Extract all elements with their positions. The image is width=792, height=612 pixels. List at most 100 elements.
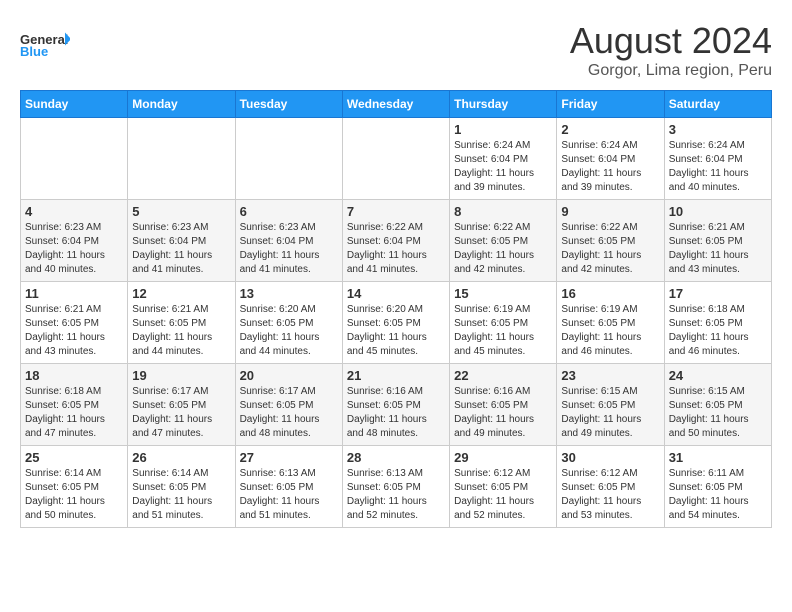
day-number-1-2: 6 xyxy=(240,204,338,219)
day-cell-3-6: 24 Sunrise: 6:15 AM Sunset: 6:05 PM Dayli… xyxy=(664,364,771,446)
day-number-3-1: 19 xyxy=(132,368,230,383)
day-info-1-1: Sunrise: 6:23 AM Sunset: 6:04 PM Dayligh… xyxy=(132,221,230,277)
day-cell-4-3: 28Sunrise: 6:13 AM Sunset: 6:05 PM Dayli… xyxy=(342,446,449,528)
day-info-2-4: Sunrise: 6:19 AM Sunset: 6:05 PM Dayligh… xyxy=(454,303,552,359)
day-number-2-3: 14 xyxy=(347,286,445,301)
day-info-4-0: Sunrise: 6:14 AM Sunset: 6:05 PM Dayligh… xyxy=(25,467,123,523)
day-info-1-4: Sunrise: 6:22 AM Sunset: 6:05 PM Dayligh… xyxy=(454,221,552,277)
day-info-3-2: Sunrise: 6:17 AM Sunset: 6:05 PM Dayligh… xyxy=(240,385,338,441)
day-info-4-5: Sunrise: 6:12 AM Sunset: 6:05 PM Dayligh… xyxy=(561,467,659,523)
day-cell-0-0 xyxy=(21,118,128,200)
day-info-1-2: Sunrise: 6:23 AM Sunset: 6:04 PM Dayligh… xyxy=(240,221,338,277)
day-cell-2-1: 12Sunrise: 6:21 AM Sunset: 6:05 PM Dayli… xyxy=(128,282,235,364)
day-number-0-4: 1 xyxy=(454,122,552,137)
day-cell-3-4: 22 Sunrise: 6:16 AM Sunset: 6:05 PM Dayli… xyxy=(450,364,557,446)
day-number-0-5: 2 xyxy=(561,122,659,137)
day-cell-1-1: 5Sunrise: 6:23 AM Sunset: 6:04 PM Daylig… xyxy=(128,200,235,282)
day-cell-2-4: 15 Sunrise: 6:19 AM Sunset: 6:05 PM Dayli… xyxy=(450,282,557,364)
day-info-3-3: Sunrise: 6:16 AM Sunset: 6:05 PM Dayligh… xyxy=(347,385,445,441)
header-sunday: Sunday xyxy=(21,91,128,118)
day-cell-3-5: 23 Sunrise: 6:15 AM Sunset: 6:05 PM Dayli… xyxy=(557,364,664,446)
week-row-0: 1 Sunrise: 6:24 AM Sunset: 6:04 PM Daylig… xyxy=(21,118,772,200)
day-number-3-6: 24 xyxy=(669,368,767,383)
week-row-1: 4Sunrise: 6:23 AM Sunset: 6:04 PM Daylig… xyxy=(21,200,772,282)
day-cell-0-3 xyxy=(342,118,449,200)
day-number-2-0: 11 xyxy=(25,286,123,301)
day-number-4-3: 28 xyxy=(347,450,445,465)
day-cell-2-0: 11 Sunrise: 6:21 AM Sunset: 6:05 PM Dayli… xyxy=(21,282,128,364)
day-info-4-6: Sunrise: 6:11 AM Sunset: 6:05 PM Dayligh… xyxy=(669,467,767,523)
day-cell-0-2 xyxy=(235,118,342,200)
day-number-2-4: 15 xyxy=(454,286,552,301)
day-info-1-5: Sunrise: 6:22 AM Sunset: 6:05 PM Dayligh… xyxy=(561,221,659,277)
day-cell-0-1 xyxy=(128,118,235,200)
day-cell-3-1: 19 Sunrise: 6:17 AM Sunset: 6:05 PM Dayli… xyxy=(128,364,235,446)
day-number-4-1: 26 xyxy=(132,450,230,465)
day-info-1-3: Sunrise: 6:22 AM Sunset: 6:04 PM Dayligh… xyxy=(347,221,445,277)
day-cell-0-6: 3 Sunrise: 6:24 AM Sunset: 6:04 PM Daylig… xyxy=(664,118,771,200)
day-info-2-2: Sunrise: 6:20 AM Sunset: 6:05 PM Dayligh… xyxy=(240,303,338,359)
header-friday: Friday xyxy=(557,91,664,118)
week-row-2: 11 Sunrise: 6:21 AM Sunset: 6:05 PM Dayli… xyxy=(21,282,772,364)
day-number-1-6: 10 xyxy=(669,204,767,219)
day-cell-1-4: 8Sunrise: 6:22 AM Sunset: 6:05 PM Daylig… xyxy=(450,200,557,282)
day-info-3-5: Sunrise: 6:15 AM Sunset: 6:05 PM Dayligh… xyxy=(561,385,659,441)
day-number-3-3: 21 xyxy=(347,368,445,383)
month-title: August 2024 xyxy=(570,20,772,62)
day-info-3-6: Sunrise: 6:15 AM Sunset: 6:05 PM Dayligh… xyxy=(669,385,767,441)
day-cell-2-2: 13 Sunrise: 6:20 AM Sunset: 6:05 PM Dayli… xyxy=(235,282,342,364)
day-info-1-6: Sunrise: 6:21 AM Sunset: 6:05 PM Dayligh… xyxy=(669,221,767,277)
day-info-3-0: Sunrise: 6:18 AM Sunset: 6:05 PM Dayligh… xyxy=(25,385,123,441)
day-info-3-4: Sunrise: 6:16 AM Sunset: 6:05 PM Dayligh… xyxy=(454,385,552,441)
day-cell-0-5: 2Sunrise: 6:24 AM Sunset: 6:04 PM Daylig… xyxy=(557,118,664,200)
day-number-4-5: 30 xyxy=(561,450,659,465)
day-number-4-0: 25 xyxy=(25,450,123,465)
day-number-2-6: 17 xyxy=(669,286,767,301)
week-row-3: 18 Sunrise: 6:18 AM Sunset: 6:05 PM Dayli… xyxy=(21,364,772,446)
week-row-4: 25 Sunrise: 6:14 AM Sunset: 6:05 PM Dayli… xyxy=(21,446,772,528)
header-saturday: Saturday xyxy=(664,91,771,118)
day-cell-1-6: 10 Sunrise: 6:21 AM Sunset: 6:05 PM Dayli… xyxy=(664,200,771,282)
day-info-2-0: Sunrise: 6:21 AM Sunset: 6:05 PM Dayligh… xyxy=(25,303,123,359)
day-info-0-6: Sunrise: 6:24 AM Sunset: 6:04 PM Dayligh… xyxy=(669,139,767,195)
header-monday: Monday xyxy=(128,91,235,118)
day-number-1-3: 7 xyxy=(347,204,445,219)
weekday-row: Sunday Monday Tuesday Wednesday Thursday… xyxy=(21,91,772,118)
day-info-2-5: Sunrise: 6:19 AM Sunset: 6:05 PM Dayligh… xyxy=(561,303,659,359)
day-cell-3-3: 21 Sunrise: 6:16 AM Sunset: 6:05 PM Dayli… xyxy=(342,364,449,446)
day-number-4-6: 31 xyxy=(669,450,767,465)
day-number-2-1: 12 xyxy=(132,286,230,301)
day-number-3-4: 22 xyxy=(454,368,552,383)
day-number-0-6: 3 xyxy=(669,122,767,137)
calendar-body: 1 Sunrise: 6:24 AM Sunset: 6:04 PM Daylig… xyxy=(21,118,772,528)
header-thursday: Thursday xyxy=(450,91,557,118)
day-info-4-4: Sunrise: 6:12 AM Sunset: 6:05 PM Dayligh… xyxy=(454,467,552,523)
day-cell-2-3: 14 Sunrise: 6:20 AM Sunset: 6:05 PM Dayli… xyxy=(342,282,449,364)
day-cell-4-0: 25 Sunrise: 6:14 AM Sunset: 6:05 PM Dayli… xyxy=(21,446,128,528)
calendar-header: Sunday Monday Tuesday Wednesday Thursday… xyxy=(21,91,772,118)
day-number-4-4: 29 xyxy=(454,450,552,465)
day-cell-2-5: 16Sunrise: 6:19 AM Sunset: 6:05 PM Dayli… xyxy=(557,282,664,364)
day-cell-1-3: 7 Sunrise: 6:22 AM Sunset: 6:04 PM Daylig… xyxy=(342,200,449,282)
location-title: Gorgor, Lima region, Peru xyxy=(570,62,772,80)
day-number-4-2: 27 xyxy=(240,450,338,465)
day-number-3-5: 23 xyxy=(561,368,659,383)
calendar-table: Sunday Monday Tuesday Wednesday Thursday… xyxy=(20,90,772,528)
day-cell-1-5: 9Sunrise: 6:22 AM Sunset: 6:05 PM Daylig… xyxy=(557,200,664,282)
day-cell-4-2: 27 Sunrise: 6:13 AM Sunset: 6:05 PM Dayli… xyxy=(235,446,342,528)
logo: General Blue xyxy=(20,20,70,70)
day-info-3-1: Sunrise: 6:17 AM Sunset: 6:05 PM Dayligh… xyxy=(132,385,230,441)
day-cell-3-0: 18 Sunrise: 6:18 AM Sunset: 6:05 PM Dayli… xyxy=(21,364,128,446)
day-info-2-3: Sunrise: 6:20 AM Sunset: 6:05 PM Dayligh… xyxy=(347,303,445,359)
title-area: August 2024 Gorgor, Lima region, Peru xyxy=(570,20,772,80)
header-wednesday: Wednesday xyxy=(342,91,449,118)
day-info-1-0: Sunrise: 6:23 AM Sunset: 6:04 PM Dayligh… xyxy=(25,221,123,277)
day-number-3-2: 20 xyxy=(240,368,338,383)
day-cell-4-6: 31 Sunrise: 6:11 AM Sunset: 6:05 PM Dayli… xyxy=(664,446,771,528)
day-info-0-4: Sunrise: 6:24 AM Sunset: 6:04 PM Dayligh… xyxy=(454,139,552,195)
day-cell-4-1: 26Sunrise: 6:14 AM Sunset: 6:05 PM Dayli… xyxy=(128,446,235,528)
day-number-2-2: 13 xyxy=(240,286,338,301)
day-info-4-2: Sunrise: 6:13 AM Sunset: 6:05 PM Dayligh… xyxy=(240,467,338,523)
day-cell-1-0: 4Sunrise: 6:23 AM Sunset: 6:04 PM Daylig… xyxy=(21,200,128,282)
day-number-3-0: 18 xyxy=(25,368,123,383)
